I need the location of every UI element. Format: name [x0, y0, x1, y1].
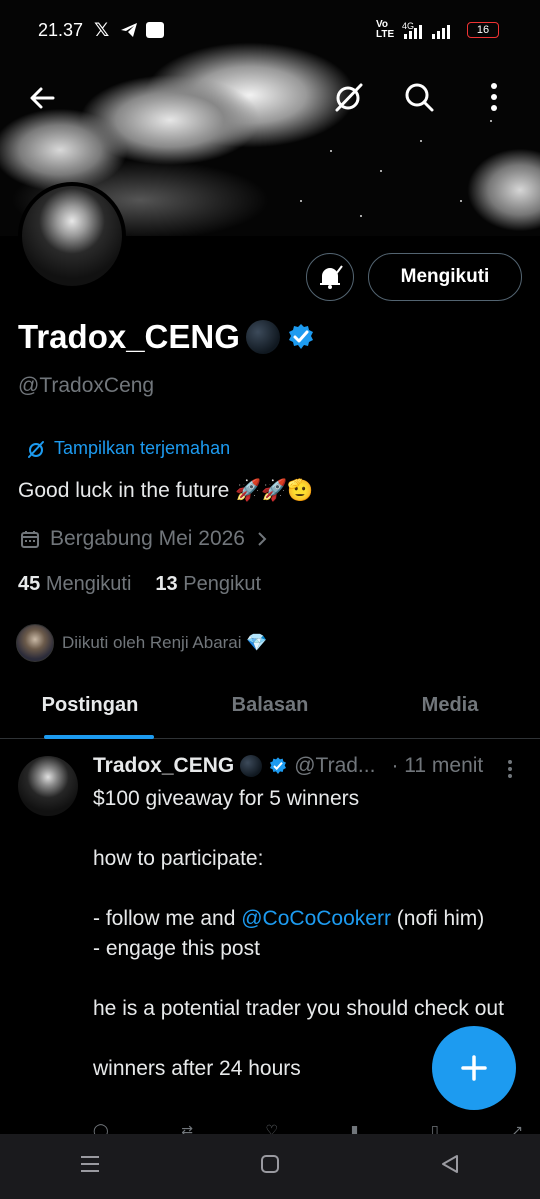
tab-replies[interactable]: Balasan — [180, 682, 360, 738]
post-author-handle[interactable]: @Trad... — [294, 754, 375, 778]
post-line — [93, 874, 523, 904]
share-icon[interactable]: ↗ — [511, 1122, 523, 1134]
profile-name-row: Tradox_CENG — [18, 318, 316, 356]
globe-emoji-icon — [245, 320, 280, 354]
like-icon[interactable]: ♡ — [266, 1122, 279, 1134]
search-button[interactable] — [398, 76, 440, 118]
bell-check-icon — [320, 265, 343, 289]
notification-app-icon — [146, 22, 164, 38]
post-line — [93, 964, 523, 994]
home-square-icon — [261, 1154, 279, 1173]
x-app-icon: 𝕏 — [94, 20, 110, 41]
reply-icon[interactable]: ◯ — [93, 1122, 109, 1134]
post-line: - engage this post — [93, 937, 260, 960]
tab-media[interactable]: Media — [360, 682, 540, 738]
post-author-name[interactable]: Tradox_CENG — [93, 754, 234, 778]
post-actions: ◯ ⇄ ♡ ▮ ▯ ↗ — [93, 1122, 523, 1134]
calendar-icon — [21, 531, 39, 548]
recent-apps-button[interactable] — [60, 1154, 120, 1180]
back-button[interactable] — [22, 78, 62, 118]
repost-icon[interactable]: ⇄ — [181, 1122, 193, 1134]
bookmark-icon[interactable]: ▯ — [431, 1122, 439, 1134]
battery-level: 16 — [476, 24, 490, 36]
show-translation-link[interactable]: Tampilkan terjemahan — [26, 438, 230, 459]
followers-count: 13 — [155, 573, 178, 595]
post-line: he is a potential trader you should chec… — [93, 997, 504, 1020]
following-button[interactable]: Mengikuti — [368, 253, 522, 301]
post-line: $100 giveaway for 5 winners — [93, 787, 360, 810]
globe-emoji-icon — [240, 755, 263, 777]
following-count: 45 — [18, 573, 41, 595]
profile-avatar[interactable] — [18, 182, 126, 290]
status-bar: 21.37 𝕏 Vo LTE 4G 16 — [0, 0, 540, 58]
arrow-left-icon — [30, 87, 55, 109]
home-button[interactable] — [240, 1154, 300, 1180]
post-line: how to participate: — [93, 847, 264, 870]
post-header: Tradox_CENG @Trad... · 11 menit — [93, 754, 483, 778]
plus-icon — [461, 1055, 487, 1081]
status-time: 21.37 — [38, 20, 84, 40]
notifications-button[interactable] — [306, 253, 354, 301]
signal-icon: 4G — [402, 21, 450, 39]
menu-icon — [81, 1155, 99, 1172]
follower-avatar — [16, 624, 54, 662]
mention-link[interactable]: @CoCoCookerr — [241, 907, 391, 930]
profile-handle: @TradoxCeng — [18, 374, 155, 397]
search-icon — [405, 83, 434, 112]
translate-icon — [335, 83, 363, 112]
post-line-prefix: - follow me and — [93, 907, 242, 930]
translate-icon — [28, 440, 44, 458]
following-label: Mengikuti — [45, 573, 132, 595]
joined-date[interactable]: Bergabung Mei 2026 — [20, 527, 269, 551]
more-options-button[interactable] — [476, 76, 512, 118]
followers-label: Pengikut — [183, 573, 262, 595]
more-vertical-icon — [491, 83, 497, 111]
chevron-right-icon — [258, 532, 267, 546]
more-vertical-icon — [508, 760, 512, 778]
volte-icon: Vo LTE — [376, 19, 395, 40]
system-nav-bar — [0, 1134, 540, 1199]
post-line-mention: - follow me and @CoCoCookerr (nofi him) — [93, 904, 523, 934]
battery-icon: 16 — [467, 22, 499, 38]
follow-stats: 45 Mengikuti 13 Pengikut — [18, 573, 261, 596]
verified-badge-icon — [270, 757, 287, 774]
followers-stat[interactable]: 13 Pengikut — [155, 573, 261, 596]
triangle-back-icon — [442, 1154, 458, 1173]
profile-bio: Good luck in the future 🚀🚀🫡 — [18, 479, 314, 502]
profile-display-name: Tradox_CENG — [18, 318, 240, 355]
post-time: · 11 menit — [391, 754, 484, 777]
compose-button[interactable] — [432, 1026, 516, 1110]
post-line — [93, 814, 523, 844]
translate-button[interactable] — [328, 76, 370, 118]
post-more-button[interactable] — [500, 756, 520, 782]
show-translation-label: Tampilkan terjemahan — [54, 438, 231, 458]
tab-posts[interactable]: Postingan — [0, 682, 180, 739]
mention-suffix: (nofi him) — [390, 907, 485, 930]
svg-text:4G: 4G — [402, 21, 414, 31]
profile-tabs: Postingan Balasan Media — [0, 682, 540, 739]
followed-by-label: Diikuti oleh Renji Abarai 💎 — [62, 633, 268, 652]
views-icon[interactable]: ▮ — [351, 1122, 359, 1134]
followed-by[interactable]: Diikuti oleh Renji Abarai 💎 — [16, 624, 267, 662]
joined-label: Bergabung Mei 2026 — [50, 527, 245, 550]
following-stat[interactable]: 45 Mengikuti — [18, 573, 131, 596]
post-avatar[interactable] — [18, 756, 78, 816]
back-nav-button[interactable] — [420, 1154, 480, 1180]
telegram-icon — [121, 23, 137, 37]
verified-badge-icon — [288, 324, 313, 349]
